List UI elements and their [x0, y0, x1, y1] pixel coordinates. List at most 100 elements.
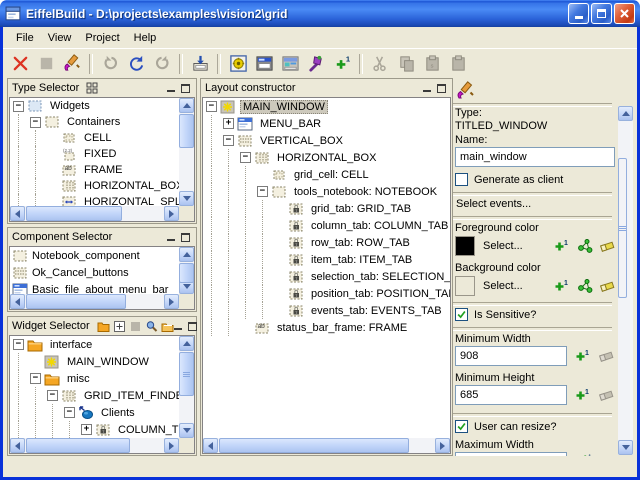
foreground-select-button[interactable]: Select...: [483, 240, 523, 252]
preview-window-button[interactable]: [278, 52, 302, 76]
scroll-left-button[interactable]: [10, 206, 25, 221]
tree-expander[interactable]: −: [27, 370, 44, 387]
menu-file[interactable]: File: [9, 29, 41, 47]
add-one-icon[interactable]: 1: [553, 278, 571, 294]
delete-button[interactable]: [8, 52, 32, 76]
tree-item-column-t[interactable]: +TCOLUMN_T: [10, 421, 179, 438]
search-icon[interactable]: [145, 320, 158, 333]
tree-item-main-window[interactable]: MAIN_WINDOW: [10, 353, 179, 370]
tree-item-item-tab-item-tab[interactable]: Titem_tab: ITEM_TAB: [203, 251, 450, 268]
scroll-up-button[interactable]: [179, 247, 194, 262]
tree-item-tools-notebook-notebook[interactable]: −tools_notebook: NOTEBOOK: [203, 183, 450, 200]
scrollbar-thumb[interactable]: [179, 352, 194, 396]
refresh-button[interactable]: [124, 52, 148, 76]
foreground-swatch[interactable]: [455, 236, 475, 256]
scroll-right-button[interactable]: [164, 438, 179, 453]
horizontal-scrollbar[interactable]: [10, 294, 179, 309]
menu-help[interactable]: Help: [127, 29, 164, 47]
scroll-down-button[interactable]: [179, 423, 194, 438]
color-tree-icon[interactable]: [577, 278, 595, 294]
scroll-down-button[interactable]: [179, 191, 194, 206]
tree-item-widgets[interactable]: −Widgets: [10, 98, 179, 114]
scroll-up-button[interactable]: [179, 98, 194, 113]
tree-expander[interactable]: +: [220, 115, 237, 132]
list-item-notebook-component[interactable]: Notebook_component: [10, 247, 179, 264]
tree-item-fixed[interactable]: (2,2)FIXED: [10, 146, 179, 162]
generate-as-client-row[interactable]: Generate as client: [455, 173, 563, 186]
tree-item-row-tab-row-tab[interactable]: Trow_tab: ROW_TAB: [203, 234, 450, 251]
tree-expander[interactable]: −: [10, 98, 27, 114]
add-instance-button[interactable]: 1: [330, 52, 354, 76]
is-sensitive-checkbox[interactable]: [455, 308, 468, 321]
tree-item-grid-tab-grid-tab[interactable]: Tgrid_tab: GRID_TAB: [203, 200, 450, 217]
panel-minimize-button[interactable]: [167, 239, 175, 241]
tree-expander[interactable]: −: [237, 149, 254, 166]
scroll-right-button[interactable]: [164, 294, 179, 309]
tree-item-selection-tab-selection-tab[interactable]: Tselection_tab: SELECTION_TAB: [203, 268, 450, 285]
tree-expander[interactable]: −: [220, 132, 237, 149]
horizontal-scrollbar[interactable]: [10, 438, 179, 453]
type-selector-header[interactable]: Type Selector: [8, 79, 196, 97]
tree-item-events-tab-events-tab[interactable]: Tevents_tab: EVENTS_TAB: [203, 302, 450, 319]
vertical-scrollbar[interactable]: [618, 106, 633, 455]
panel-maximize-button[interactable]: [181, 233, 190, 242]
open-folder-icon[interactable]: [161, 320, 174, 333]
tree-expander[interactable]: +: [78, 421, 95, 438]
scroll-left-button[interactable]: [10, 294, 25, 309]
user-can-resize-row[interactable]: User can resize?: [455, 420, 557, 433]
background-swatch[interactable]: [455, 276, 475, 296]
tree-expander[interactable]: −: [61, 404, 78, 421]
panel-minimize-button[interactable]: [167, 90, 175, 92]
tree-expander[interactable]: −: [203, 98, 220, 115]
eraser-icon[interactable]: [599, 278, 617, 294]
panel-maximize-button[interactable]: [437, 84, 446, 93]
add-one-icon[interactable]: 1: [553, 238, 571, 254]
component-selector-header[interactable]: Component Selector: [8, 228, 196, 246]
scroll-right-button[interactable]: [435, 438, 450, 453]
scrollbar-thumb[interactable]: [179, 114, 194, 148]
scrollbar-thumb[interactable]: [26, 294, 126, 309]
scrollbar-thumb[interactable]: [26, 206, 122, 221]
tree-item-status-bar-frame-frame[interactable]: abstatus_bar_frame: FRAME: [203, 319, 450, 336]
panel-minimize-button[interactable]: [174, 328, 182, 330]
list-item-ok-cancel-buttons[interactable]: Ok_Cancel_buttons: [10, 264, 179, 281]
list-item-basic-file-about-menu-bar[interactable]: Basic_file_about_menu_bar: [10, 281, 179, 294]
color-tree-icon[interactable]: [577, 238, 595, 254]
add-one-icon[interactable]: 1: [574, 387, 592, 403]
tree-item-frame[interactable]: abFRAME: [10, 162, 179, 178]
tree-item-main-window[interactable]: −MAIN_WINDOW: [203, 98, 450, 115]
tree-item-cell[interactable]: CELL: [10, 130, 179, 146]
tree-item-misc[interactable]: −misc: [10, 370, 179, 387]
tree-item-interface[interactable]: −interface: [10, 336, 179, 353]
blank-square-icon[interactable]: [129, 320, 142, 333]
show-window-button[interactable]: [252, 52, 276, 76]
tree-expander[interactable]: −: [44, 387, 61, 404]
horizontal-scrollbar[interactable]: [203, 438, 450, 453]
panel-maximize-button[interactable]: [188, 322, 197, 331]
project-settings-button[interactable]: [226, 52, 250, 76]
select-events-button[interactable]: Select events...: [456, 198, 531, 210]
add-one-icon[interactable]: 1: [581, 452, 594, 456]
panel-minimize-button[interactable]: [423, 90, 431, 92]
scroll-left-button[interactable]: [203, 438, 218, 453]
generate-code-button[interactable]: [188, 52, 212, 76]
scroll-left-button[interactable]: [10, 438, 25, 453]
tree-item-vertical-box[interactable]: −VERTICAL_BOX: [203, 132, 450, 149]
generate-as-client-checkbox[interactable]: [455, 173, 468, 186]
tree-item-menu-bar[interactable]: +MENU_BAR: [203, 115, 450, 132]
menu-view[interactable]: View: [41, 29, 79, 47]
tree-expander[interactable]: −: [27, 114, 44, 130]
add-one-icon[interactable]: 1: [574, 348, 592, 364]
tree-item-column-tab-column-tab[interactable]: Tcolumn_tab: COLUMN_TAB: [203, 217, 450, 234]
layout-constructor-header[interactable]: Layout constructor: [201, 79, 452, 97]
tree-item-clients[interactable]: −Clients: [10, 404, 179, 421]
scrollbar-thumb[interactable]: [219, 438, 409, 453]
background-select-button[interactable]: Select...: [483, 280, 523, 292]
widget-selector-header[interactable]: Widget Selector: [8, 317, 196, 335]
minimum-height-input[interactable]: [455, 385, 567, 405]
scrollbar-thumb[interactable]: [179, 263, 194, 283]
tree-item-grid-item-finde[interactable]: −GRID_ITEM_FINDE: [10, 387, 179, 404]
maximum-width-input[interactable]: [455, 452, 567, 456]
scroll-up-button[interactable]: [179, 336, 194, 351]
tree-item-horizontal-box[interactable]: −HORIZONTAL_BOX: [203, 149, 450, 166]
